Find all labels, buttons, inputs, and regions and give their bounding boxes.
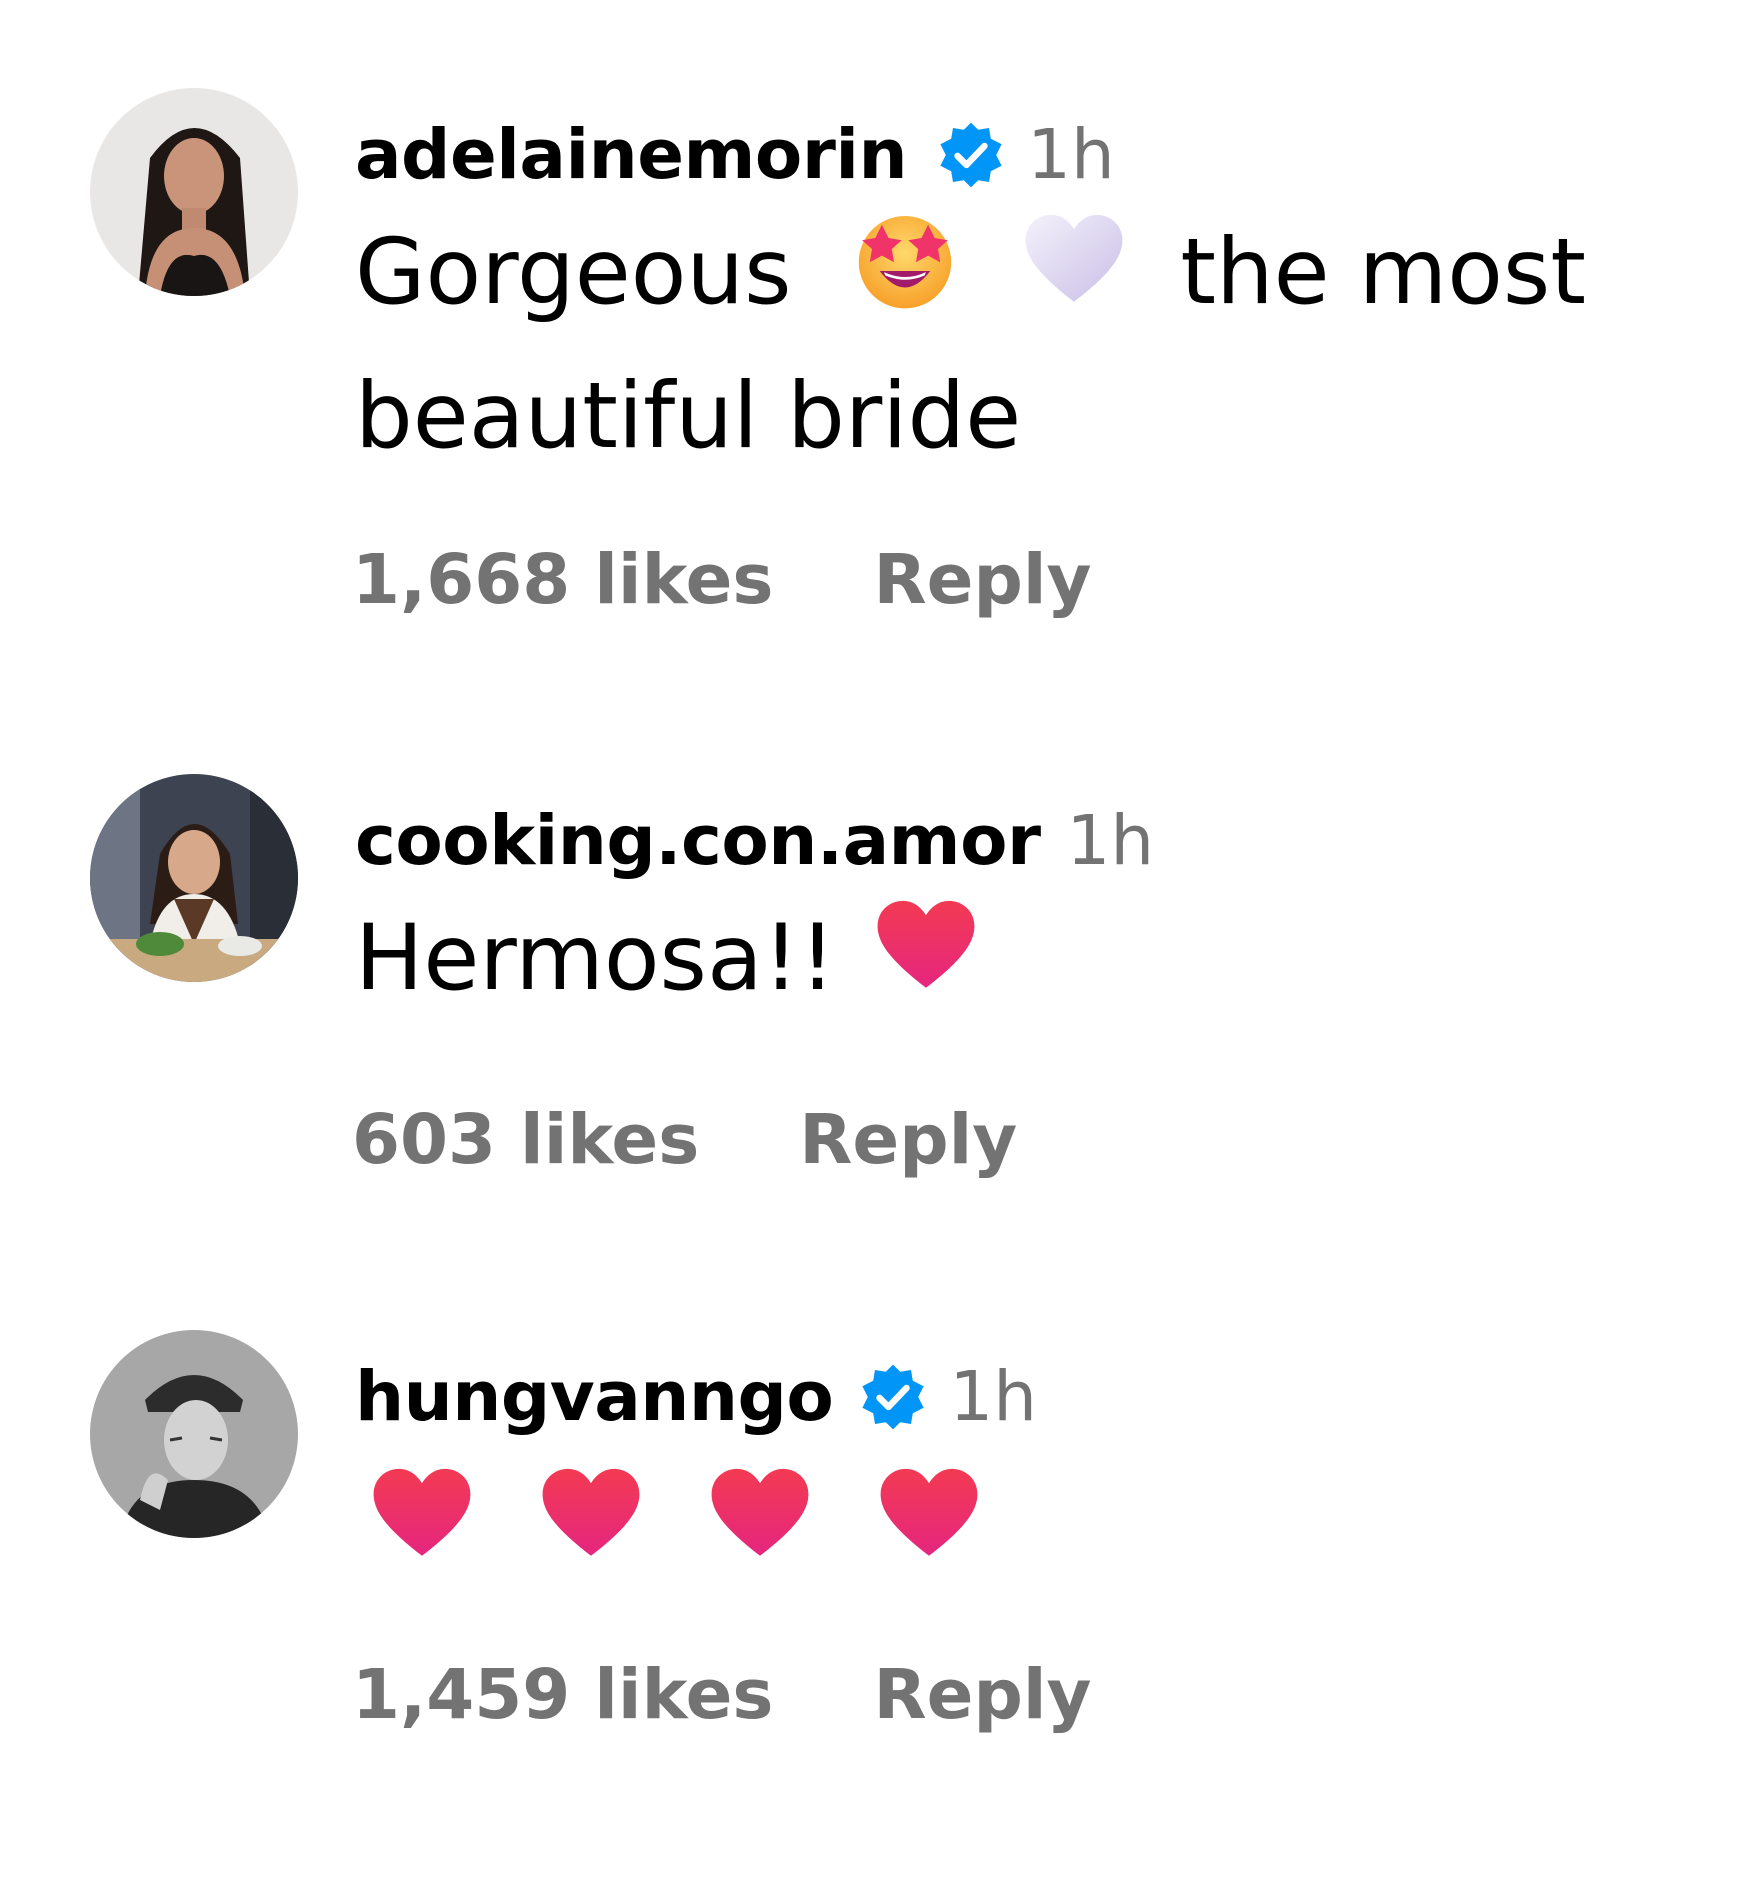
likes-count[interactable]: 1,668 likes [352,540,773,620]
reply-button[interactable]: Reply [874,540,1092,620]
comment-text-part: Gorgeous [355,219,792,325]
red-heart-emoji [874,1459,984,1605]
comment-timestamp[interactable]: 1h [1027,115,1115,195]
comment-actions: 1,668 likes Reply [352,540,1091,620]
comment-header: cooking.con.amor 1h [355,791,1154,891]
comment-text: Gorgeous the most beautiful bride [355,205,1655,483]
reply-button[interactable]: Reply [874,1655,1092,1735]
comment-text: Hermosa!! [355,891,1154,1037]
comment-text [355,1447,1037,1605]
avatar[interactable] [90,774,298,982]
username-link[interactable]: adelainemorin [355,115,908,195]
red-heart-emoji [536,1459,646,1605]
comment-actions: 1,459 likes Reply [352,1655,1091,1735]
red-heart-emoji [871,891,981,1037]
avatar[interactable] [90,1330,298,1538]
comment-header: adelainemorin 1h [355,105,1655,205]
comment-timestamp[interactable]: 1h [1067,801,1155,881]
comment-header: hungvanngo 1h [355,1347,1037,1447]
reply-button[interactable]: Reply [799,1100,1017,1180]
comment-content: adelainemorin 1h Gorgeous the most beaut… [355,105,1655,483]
red-heart-emoji [367,1459,477,1605]
comment-actions: 603 likes Reply [352,1100,1017,1180]
username-link[interactable]: cooking.con.amor [355,801,1041,881]
comment-content: cooking.con.amor 1h Hermosa!! [355,791,1154,1037]
comment-content: hungvanngo 1h [355,1347,1037,1605]
red-heart-emoji [705,1459,815,1605]
comment-timestamp[interactable]: 1h [949,1357,1037,1437]
star-struck-emoji [850,205,960,351]
verified-badge-icon [857,1361,929,1433]
avatar[interactable] [90,88,298,296]
likes-count[interactable]: 603 likes [352,1100,699,1180]
username-link[interactable]: hungvanngo [355,1357,834,1437]
likes-count[interactable]: 1,459 likes [352,1655,773,1735]
white-heart-emoji [1019,205,1129,351]
verified-badge-icon [935,119,1007,191]
comment-text-part: Hermosa!! [355,905,836,1011]
